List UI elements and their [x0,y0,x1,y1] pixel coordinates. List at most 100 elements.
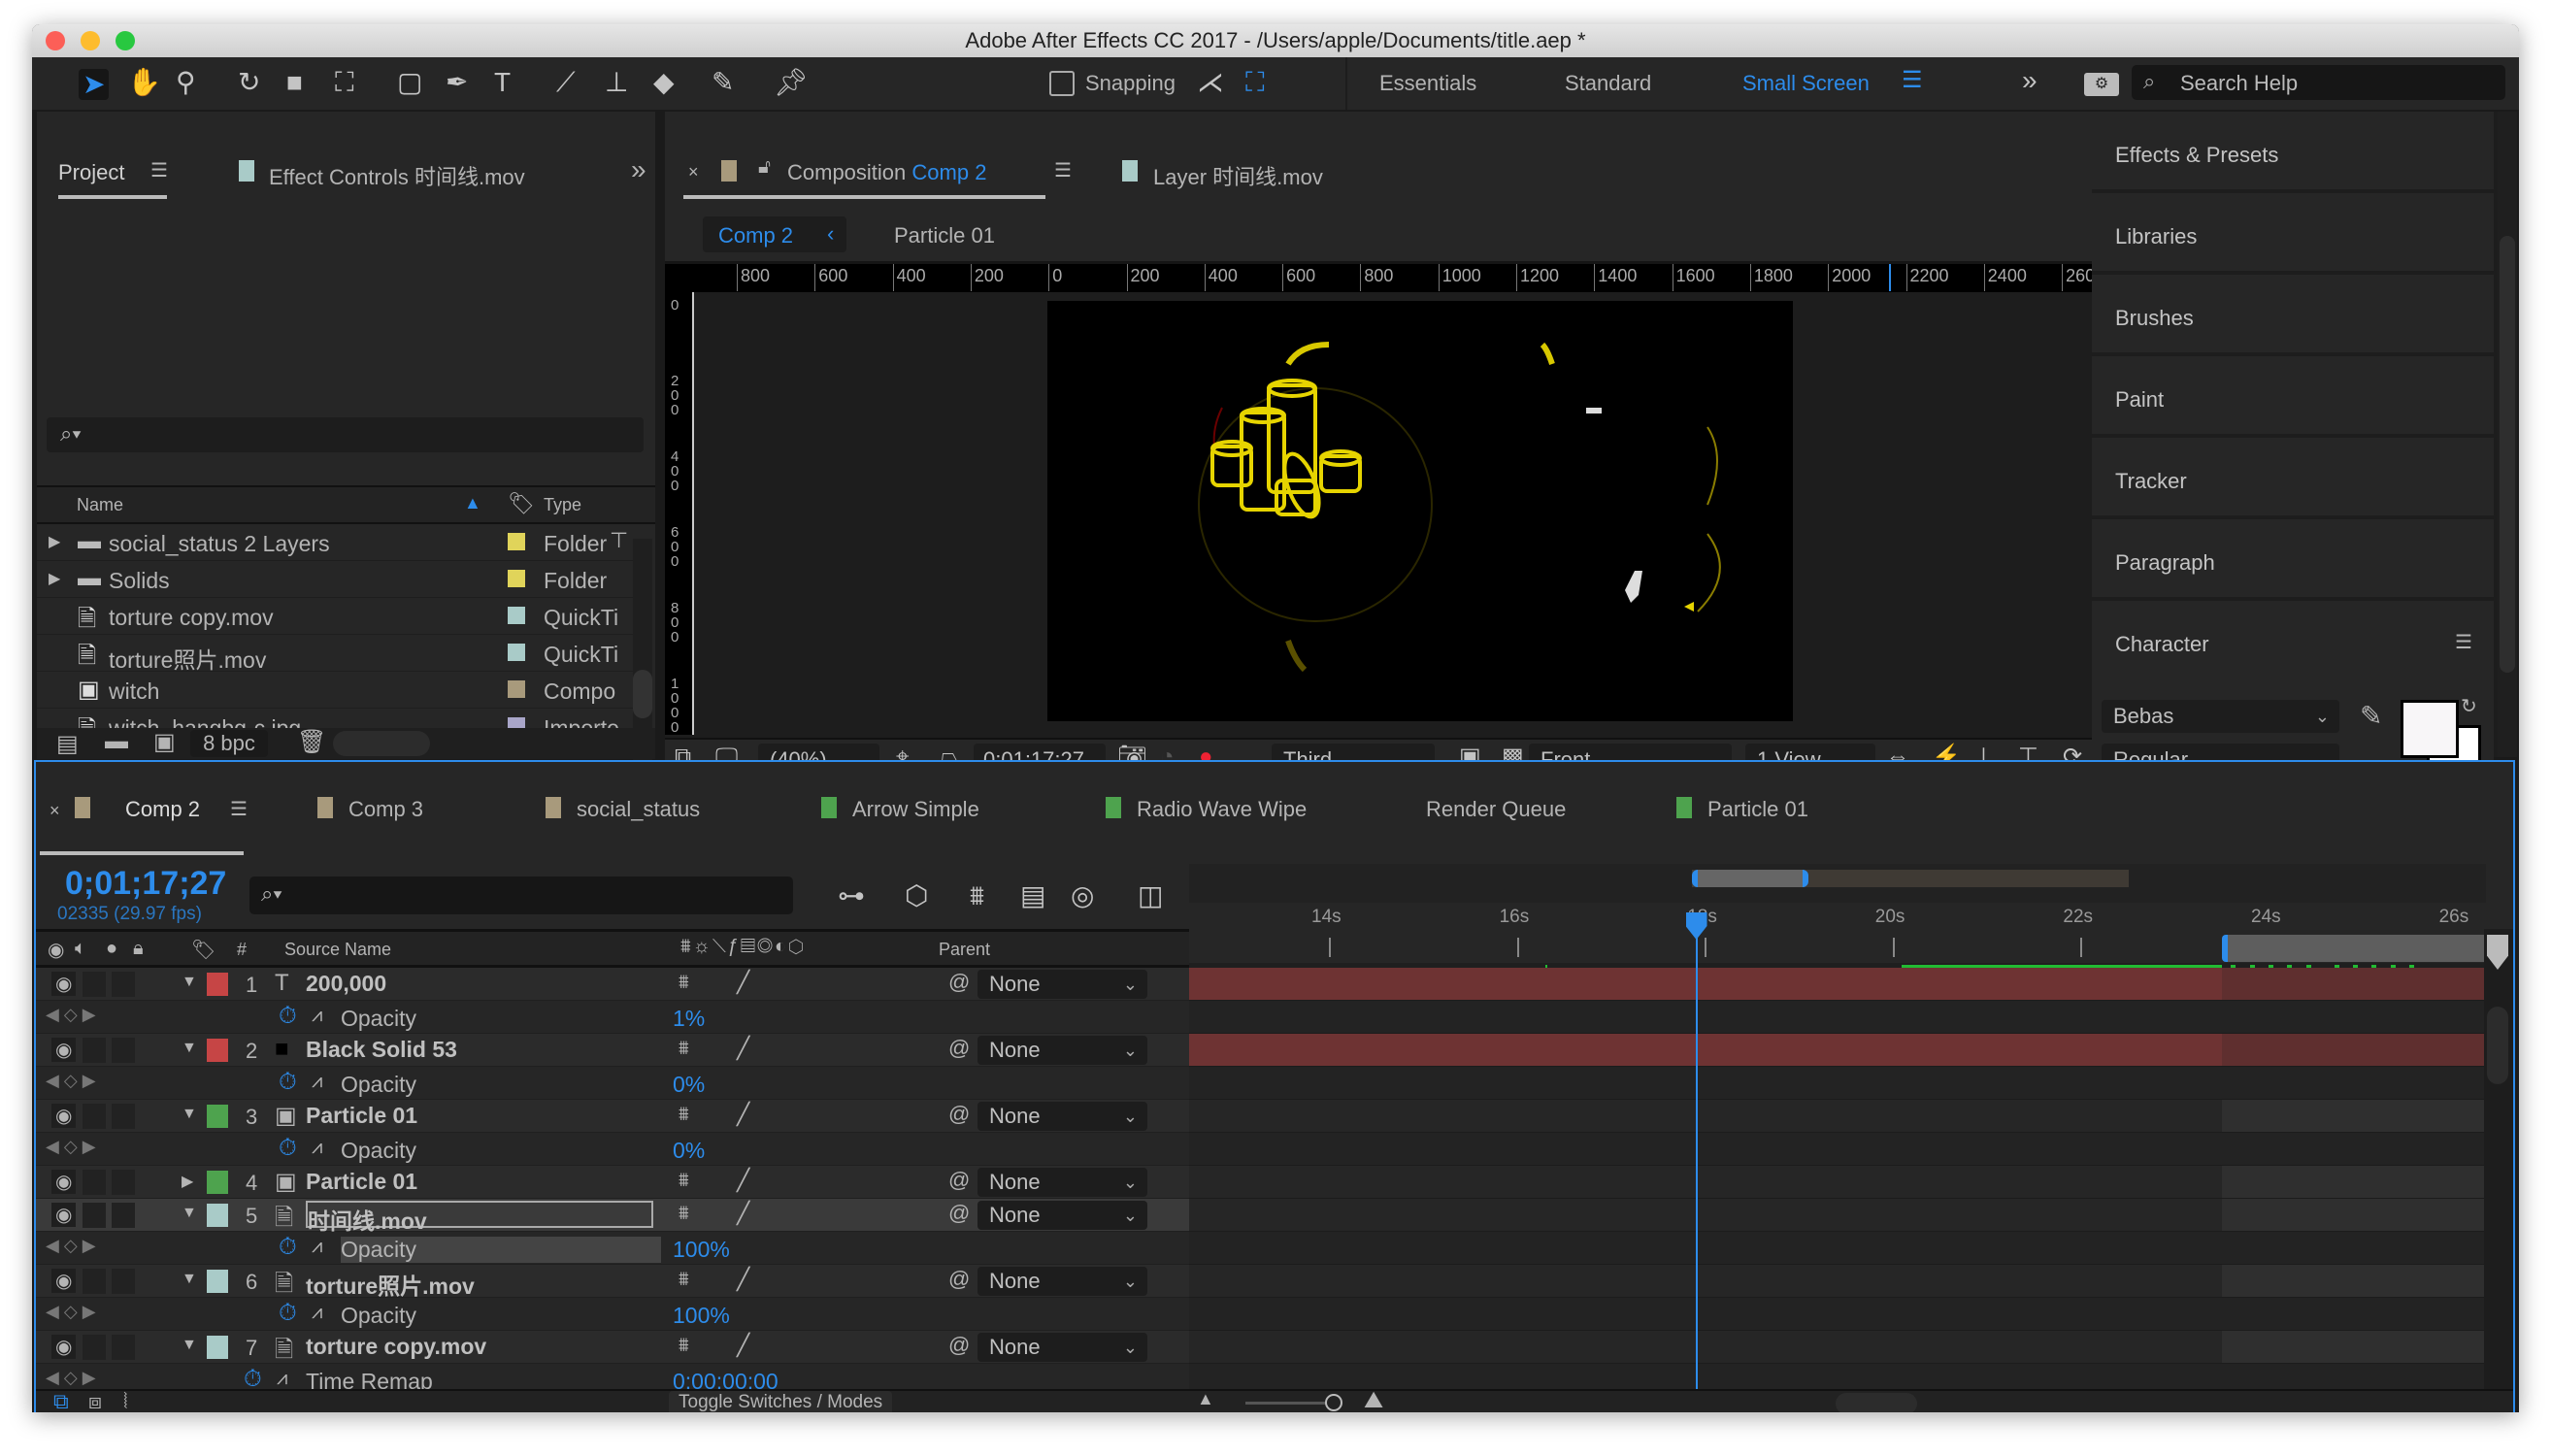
stopwatch-icon[interactable]: ⏱ [279,1135,297,1162]
shy-switch-icon[interactable]: ⩩ [679,1335,689,1357]
layer-track[interactable] [1189,1331,2486,1364]
right-panel-scrollbar[interactable] [2498,112,2517,757]
breadcrumb-particle[interactable]: Particle 01 [894,223,995,248]
snap-features-icon[interactable]: ⛶ [1245,69,1265,96]
draft-3d-icon[interactable]: ⬡ [905,882,928,910]
time-end-marker-icon[interactable] [2487,935,2508,970]
fill-color-swatch[interactable] [2401,700,2459,758]
keyframe-nav-icon[interactable]: ◀ ◇ ▶ [46,1236,96,1256]
property-row[interactable]: ◀ ◇ ▶ ⏱ ⩘ Opacity 100% [36,1232,1189,1265]
tab-arrow-simple[interactable]: Arrow Simple [852,797,979,822]
panel-menu-icon[interactable]: ☰ [230,797,248,821]
expand-down-icon[interactable]: ▼ [182,1337,197,1354]
pan-behind-tool-icon[interactable]: ⛶ [335,69,354,96]
swap-colors-icon[interactable]: ↻ [2461,694,2477,718]
audio-toggle[interactable] [83,1104,106,1129]
lock-toggle[interactable] [112,1170,135,1195]
expand-right-icon[interactable]: ▶ [182,1172,193,1191]
property-value[interactable]: 100% [673,1237,730,1263]
keyframe-nav-icon[interactable]: ◀ ◇ ▶ [46,1005,96,1025]
property-value[interactable]: 100% [673,1303,730,1329]
visibility-eye-icon[interactable]: ◉ [51,1203,77,1227]
font-family-dropdown[interactable]: Bebas ⌄ [2102,700,2339,733]
scrollbar-thumb[interactable] [2487,1007,2508,1084]
composition-canvas[interactable] [1047,301,1793,721]
motion-blur-icon[interactable]: ◎ [1071,882,1094,910]
timeline-track-area[interactable]: 14s16s18s20s22s24s26s [1189,864,2486,1401]
stopwatch-icon[interactable]: ⏱ [279,1234,297,1261]
property-value[interactable]: 1% [673,1006,705,1032]
tab-comp-3[interactable]: Comp 3 [348,797,423,822]
quality-switch-icon[interactable]: ╱ [737,1168,749,1193]
zoom-in-mountain-icon[interactable]: ⛰ [1364,1387,1383,1412]
audio-toggle[interactable] [83,1203,106,1228]
label-color[interactable] [508,680,525,698]
shy-switch-icon[interactable]: ⩩ [679,972,689,994]
work-area-bar[interactable] [2221,935,2486,962]
rectangle-tool-icon[interactable]: ▢ [397,69,422,96]
workspace-essentials[interactable]: Essentials [1379,71,1476,96]
parent-pickwhip-icon[interactable]: @ [948,1102,970,1127]
lock-toggle[interactable] [112,1335,135,1360]
layer-name[interactable]: Black Solid 53 [306,1037,457,1063]
shy-switch-icon[interactable]: ⩩ [679,1104,689,1126]
timeline-search-input[interactable]: ⌕▾ [249,877,793,914]
column-name[interactable]: Name [77,495,123,515]
eyedropper-icon[interactable]: ✎ [2360,700,2382,732]
tab-particle-01[interactable]: Particle 01 [1707,797,1808,822]
graph-editor-icon[interactable]: ◫ [1138,882,1163,910]
tab-comp-2[interactable]: Comp 2 [125,797,200,822]
quality-switch-icon[interactable]: ╱ [737,1102,749,1127]
search-help-input[interactable]: ⌕ Search Help [2132,65,2505,100]
tab-render-queue[interactable]: Render Queue [1426,797,1566,822]
audio-toggle[interactable] [83,1038,106,1063]
label-color[interactable] [508,607,525,624]
new-folder-icon[interactable]: ▬ [105,728,128,755]
keyframe-nav-icon[interactable]: ◀ ◇ ▶ [46,1302,96,1322]
quality-switch-icon[interactable]: ╱ [737,1036,749,1061]
panel-effects-presets[interactable]: Effects & Presets [2092,112,2494,189]
layer-row[interactable]: ◉ ▼ 5 🗎 时间线.mov ⩩ ╱ @ None ⌄ [36,1199,1189,1234]
quality-switch-icon[interactable]: ╱ [737,1201,749,1226]
frame-blending-icon[interactable]: ▤ [1020,882,1045,910]
camera-tool-icon[interactable]: ■ [286,69,303,96]
layer-track[interactable] [1189,1265,2486,1298]
bit-depth-button[interactable]: 8 bpc [190,730,268,757]
zoom-slider-handle[interactable] [1325,1394,1342,1411]
in-out-pane-icon[interactable]: ⦚ [123,1389,128,1412]
layer-name[interactable]: Particle 01 [306,1169,417,1195]
scrollbar-thumb[interactable] [633,670,652,718]
stopwatch-icon[interactable]: ⏱ [279,1003,297,1030]
eraser-tool-icon[interactable]: ◆ [653,69,675,96]
stopwatch-icon[interactable]: ⏱ [279,1069,297,1096]
shy-layers-icon[interactable]: ⩩ [970,882,984,910]
panel-tracker[interactable]: Tracker [2092,438,2494,515]
graph-icon[interactable]: ⩘ [312,1137,322,1159]
parent-dropdown[interactable]: None ⌄ [977,1267,1147,1296]
graph-icon[interactable]: ⩘ [312,1236,322,1258]
lock-toggle[interactable] [112,972,135,997]
layer-label-color[interactable] [207,1270,228,1293]
sort-ascending-icon[interactable]: ▲ [464,493,481,513]
breadcrumb-comp2[interactable]: Comp 2 ‹ [703,216,846,252]
visibility-eye-icon[interactable]: ◉ [51,1269,77,1293]
close-tab-icon[interactable]: × [688,162,699,182]
panel-menu-icon[interactable]: ☰ [2455,630,2472,654]
project-item[interactable]: ▶ ▬ Solids Folder [37,561,633,598]
property-row[interactable]: ◀ ◇ ▶ ⏱ ⩘ Opacity 100% [36,1298,1189,1331]
workspace-small-screen[interactable]: Small Screen [1742,71,1870,96]
layer-track[interactable] [1189,1166,2486,1199]
close-tab-icon[interactable]: × [50,801,60,821]
expand-down-icon[interactable]: ▼ [182,1040,197,1057]
layer-track[interactable] [1189,1100,2486,1133]
workspace-menu-icon[interactable]: ☰ [1902,69,1923,92]
layer-track[interactable] [1189,968,2486,1001]
layer-track[interactable] [1189,1199,2486,1232]
tab-radio-wave-wipe[interactable]: Radio Wave Wipe [1137,797,1307,822]
graph-icon[interactable]: ⩘ [312,1302,322,1324]
rotate-tool-icon[interactable]: ↻ [238,69,260,96]
label-color[interactable] [508,533,525,550]
timeline-v-scrollbar[interactable] [2484,929,2513,1401]
timeline-h-scrollbar[interactable] [1836,1393,1917,1412]
snapping-checkbox[interactable] [1049,71,1075,96]
